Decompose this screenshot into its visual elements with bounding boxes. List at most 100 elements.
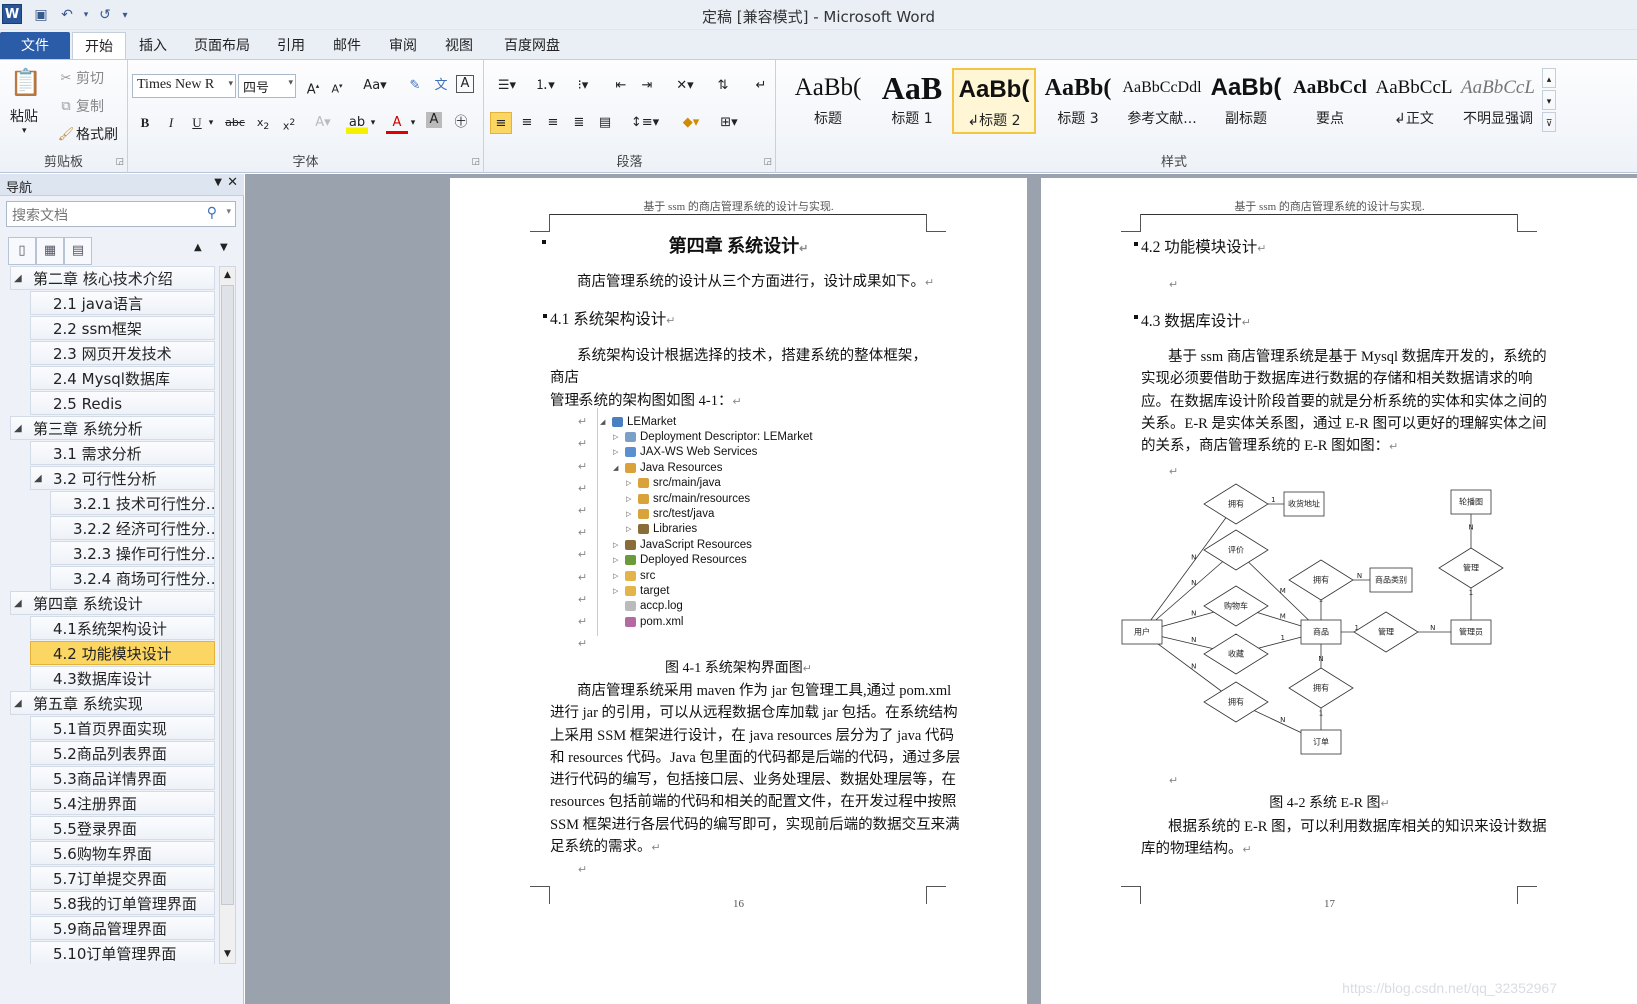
collapse-triangle-icon[interactable]: ◢ <box>14 417 22 439</box>
paste-icon[interactable]: 📋 <box>8 66 44 100</box>
paste-dropdown-icon[interactable]: ▾ <box>22 126 27 136</box>
outline-item[interactable]: 5.5登录界面 <box>30 816 215 840</box>
collapse-triangle-icon[interactable]: ◢ <box>14 267 22 289</box>
outline-item[interactable]: 5.2商品列表界面 <box>30 741 215 765</box>
sort-icon[interactable]: ⇅ <box>712 75 734 97</box>
tab-file[interactable]: 文件 <box>0 32 70 60</box>
chinese-layout-icon[interactable]: ✕▾ <box>670 75 700 97</box>
decrease-indent-icon[interactable]: ⇤ <box>610 75 632 97</box>
align-left-icon[interactable]: ≡ <box>490 112 512 134</box>
increase-indent-icon[interactable]: ⇥ <box>636 75 658 97</box>
superscript-icon[interactable]: x2 <box>278 112 300 134</box>
cut-button[interactable]: ✂ 剪切 <box>56 68 104 88</box>
page-16[interactable]: 基于 ssm 的商店管理系统的设计与实现. 第四章 系统设计↵ 商店管理系统的设… <box>450 178 1027 1004</box>
borders-icon[interactable]: ⊞▾ <box>714 112 744 134</box>
collapse-triangle-icon[interactable]: ◢ <box>14 592 22 614</box>
outline-item[interactable]: 4.2 功能模块设计 <box>30 641 215 665</box>
shrink-font-icon[interactable]: A▾ <box>326 75 348 97</box>
pages-view-icon[interactable]: ▦ <box>36 237 64 265</box>
format-painter-button[interactable]: 🖌 格式刷 <box>56 124 118 144</box>
collapse-triangle-icon[interactable]: ◢ <box>14 692 22 714</box>
outline-item[interactable]: 3.2.2 经济可行性分... <box>50 516 215 540</box>
align-right-icon[interactable]: ≡ <box>542 112 564 134</box>
previous-heading-icon[interactable]: ▲ <box>194 242 202 253</box>
style-heading-2[interactable]: AaBb(↲标题 2 <box>952 68 1036 134</box>
search-input[interactable]: 搜索文档 ⚲ ▾ <box>6 201 236 227</box>
outline-item[interactable]: ◢ 3.2 可行性分析 <box>30 466 215 490</box>
styles-more-icon[interactable]: ⊽ <box>1542 112 1556 132</box>
style-heading-1[interactable]: AaB 标题 1 <box>870 68 954 134</box>
outline-item[interactable]: 3.2.4 商场可行性分... <box>50 566 215 590</box>
tab-references[interactable]: 引用 <box>268 32 314 60</box>
show-marks-icon[interactable]: ↵ <box>750 75 772 97</box>
grow-font-icon[interactable]: A▴ <box>302 75 324 97</box>
underline-icon[interactable]: U <box>186 112 208 134</box>
headings-view-icon[interactable]: ▯ <box>8 237 36 265</box>
font-launcher-icon[interactable]: ◲ <box>471 157 480 167</box>
tab-review[interactable]: 审阅 <box>380 32 426 60</box>
outline-item[interactable]: 3.1 需求分析 <box>30 441 215 465</box>
paragraph-launcher-icon[interactable]: ◲ <box>763 157 772 167</box>
highlight-icon[interactable]: ab <box>346 112 368 134</box>
distributed-icon[interactable]: ▤ <box>594 112 616 134</box>
tab-page-layout[interactable]: 页面布局 <box>184 32 260 60</box>
tab-home[interactable]: 开始 <box>72 32 126 60</box>
scroll-down-icon[interactable]: ▼ <box>220 946 235 963</box>
outline-chapter[interactable]: ◢ 第三章 系统分析 <box>10 416 215 440</box>
align-center-icon[interactable]: ≡ <box>516 112 538 134</box>
text-effects-icon[interactable]: A▾ <box>312 112 334 134</box>
outline-item[interactable]: 2.2 ssm框架 <box>30 316 215 340</box>
styles-scroll-down-icon[interactable]: ▾ <box>1542 90 1556 110</box>
search-icon[interactable]: ⚲ <box>207 205 217 221</box>
outline-item[interactable]: 3.2.3 操作可行性分... <box>50 541 215 565</box>
outline-item[interactable]: 5.8我的订单管理界面 <box>30 891 215 915</box>
style-normal[interactable]: AaBbCcL ↲正文 <box>1372 68 1456 134</box>
tab-insert[interactable]: 插入 <box>130 32 176 60</box>
tab-baidu-netdisk[interactable]: 百度网盘 <box>492 32 572 60</box>
justify-icon[interactable]: ≣ <box>568 112 590 134</box>
underline-dropdown-icon[interactable]: ▾ <box>206 112 216 134</box>
nav-menu-icon[interactable]: ▼ <box>214 177 222 188</box>
clear-format-icon[interactable]: ✎ <box>404 75 426 97</box>
outline-item[interactable]: 2.1 java语言 <box>30 291 215 315</box>
style-subtitle[interactable]: AaBb(副标题 <box>1204 68 1288 134</box>
outline-item[interactable]: 5.4注册界面 <box>30 791 215 815</box>
outline-item[interactable]: 2.5 Redis <box>30 391 215 415</box>
highlight-dropdown-icon[interactable]: ▾ <box>368 112 378 134</box>
clipboard-launcher-icon[interactable]: ◲ <box>115 157 124 167</box>
tab-view[interactable]: 视图 <box>436 32 482 60</box>
character-border-icon[interactable]: A <box>456 75 474 93</box>
multilevel-list-icon[interactable]: ⁝▾ <box>568 75 598 97</box>
paste-button[interactable]: 粘贴 <box>10 106 38 126</box>
copy-button[interactable]: ⧉ 复制 <box>56 96 104 116</box>
outline-item[interactable]: 2.4 Mysql数据库 <box>30 366 215 390</box>
collapse-triangle-icon[interactable]: ◢ <box>34 467 42 489</box>
styles-scroll-up-icon[interactable]: ▴ <box>1542 68 1556 88</box>
outline-item[interactable]: 5.6购物车界面 <box>30 841 215 865</box>
numbering-icon[interactable]: ⒈▾ <box>530 75 560 97</box>
subscript-icon[interactable]: x2 <box>252 112 274 134</box>
font-size-input[interactable]: 四号 ▾ <box>238 74 296 98</box>
font-name-input[interactable]: Times New R ▾ <box>132 74 236 98</box>
outline-chapter[interactable]: ◢ 第五章 系统实现 <box>10 691 215 715</box>
change-case-icon[interactable]: Aa▾ <box>360 75 390 97</box>
search-options-icon[interactable]: ▾ <box>226 207 231 217</box>
page-17[interactable]: 基于 ssm 的商店管理系统的设计与实现. 4.2 功能模块设计↵ ↵ 4.3 … <box>1041 178 1637 1004</box>
scroll-thumb[interactable] <box>221 285 234 905</box>
outline-chapter[interactable]: ◢ 第四章 系统设计 <box>10 591 215 615</box>
outline-item[interactable]: 5.9商品管理界面 <box>30 916 215 940</box>
tab-mailings[interactable]: 邮件 <box>324 32 370 60</box>
bold-icon[interactable]: B <box>134 112 156 134</box>
scroll-up-icon[interactable]: ▲ <box>220 267 235 284</box>
italic-icon[interactable]: I <box>160 112 182 134</box>
results-view-icon[interactable]: ▤ <box>64 237 92 265</box>
font-color-dropdown-icon[interactable]: ▾ <box>408 112 418 134</box>
outline-item[interactable]: 4.1系统架构设计 <box>30 616 215 640</box>
close-icon[interactable]: ✕ <box>227 175 238 190</box>
outline-item[interactable]: 5.10订单管理界面 <box>30 941 215 964</box>
style-title[interactable]: AaBb(标题 <box>786 68 870 134</box>
style-key-point[interactable]: AaBbCcl 要点 <box>1288 68 1372 134</box>
outline-item[interactable]: 2.3 网页开发技术 <box>30 341 215 365</box>
font-color-icon[interactable]: A <box>386 112 408 134</box>
line-spacing-icon[interactable]: ↕≡▾ <box>630 112 660 134</box>
